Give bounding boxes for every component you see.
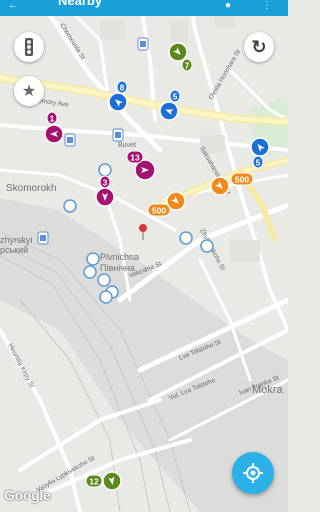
place-label-vyzhyrsky: zhyrskyi xyxy=(0,235,33,245)
app-title: Nearby xyxy=(58,0,103,8)
crosshair-icon xyxy=(243,463,263,483)
place-label-skomorokh: Skomorokh xyxy=(6,183,57,194)
route-number-label: 1 xyxy=(50,114,55,124)
place-label-vyzhyrsky-ua: рський xyxy=(0,245,28,255)
my-location-button[interactable] xyxy=(232,452,274,494)
route-number-label: 500 xyxy=(235,175,249,185)
route-number-label: 12 xyxy=(89,477,99,487)
refresh-button[interactable]: ↻ xyxy=(244,32,274,62)
traffic-light-icon xyxy=(25,38,33,56)
more-icon[interactable]: ⋮ xyxy=(262,1,272,11)
refresh-icon: ↻ xyxy=(251,36,267,57)
place-label-mokra: Mokra xyxy=(252,384,283,396)
route-number-label: 5 xyxy=(173,92,178,102)
route-number-label: 8 xyxy=(120,83,125,93)
place-label-pivnichna-ua: Північна xyxy=(100,263,135,273)
route-number-label: 5 xyxy=(256,158,261,168)
route-number-label: 500 xyxy=(152,206,166,216)
traffic-layer-button[interactable] xyxy=(14,32,44,62)
star-icon: ★ xyxy=(21,83,37,100)
map[interactable]: Sriremory Ave Olesia Honchara St Saksaha… xyxy=(0,0,288,512)
app-bar: Nearby ← ● ⋮ xyxy=(0,0,288,16)
place-label-pivnichna: Pivnichna xyxy=(100,252,139,262)
google-watermark: Google xyxy=(4,487,51,503)
place-label-buvet: Buvet xyxy=(118,142,136,149)
favorites-button[interactable]: ★ xyxy=(14,76,44,106)
route-number-label: 3 xyxy=(103,178,108,188)
route-number-label: 7 xyxy=(185,61,190,71)
alert-icon[interactable]: ● xyxy=(225,1,235,11)
route-number-label: 13 xyxy=(130,153,140,163)
back-icon[interactable]: ← xyxy=(8,1,18,11)
